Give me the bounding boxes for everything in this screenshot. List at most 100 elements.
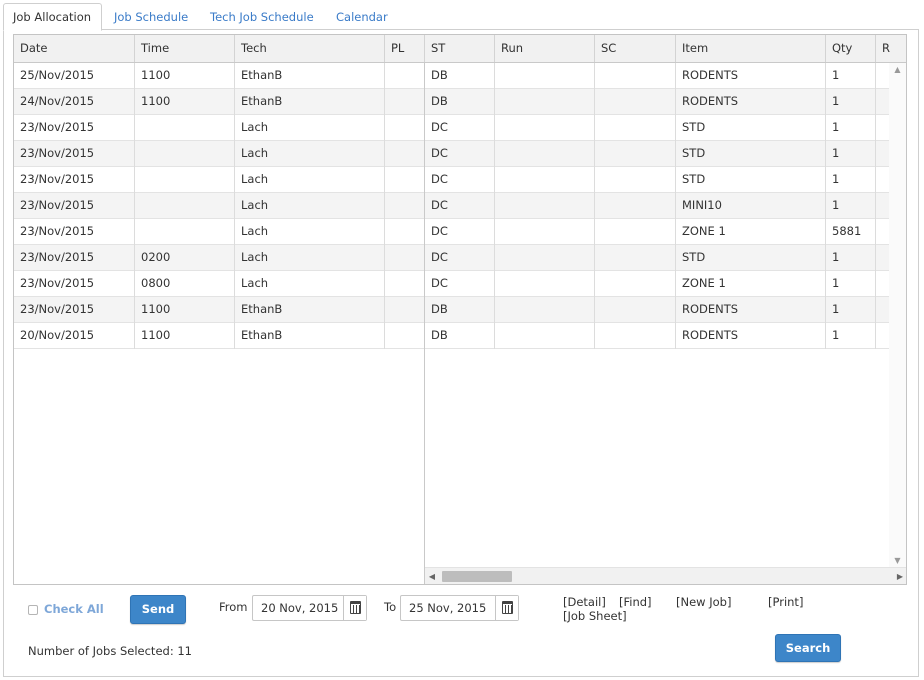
new-job-link[interactable]: [New Job] [676,595,731,609]
cell-pl[interactable] [385,193,425,219]
cell-st[interactable]: DC [425,167,495,193]
column-header-item[interactable]: Item [676,35,826,62]
cell-run[interactable] [495,63,595,89]
cell-qty[interactable]: 5881 [826,219,876,245]
cell-qty[interactable]: 1 [826,271,876,297]
to-date-picker-button[interactable] [495,596,518,620]
cell-time[interactable] [135,193,235,219]
table-row[interactable]: 20/Nov/2015 1100 EthanB DB RODENTS 1 [14,323,890,349]
cell-date[interactable]: 23/Nov/2015 [14,141,135,167]
cell-time[interactable] [135,141,235,167]
table-row[interactable]: 23/Nov/2015 Lach DC STD 1 [14,141,890,167]
table-row[interactable]: 23/Nov/2015 1100 EthanB DB RODENTS 1 [14,297,890,323]
cell-time[interactable] [135,167,235,193]
cell-qty[interactable]: 1 [826,167,876,193]
cell-time[interactable]: 1100 [135,323,235,349]
cell-date[interactable]: 23/Nov/2015 [14,115,135,141]
cell-item[interactable]: STD [676,141,826,167]
search-button[interactable]: Search [775,634,841,662]
cell-st[interactable]: DC [425,245,495,271]
cell-run[interactable] [495,297,595,323]
cell-pl[interactable] [385,271,425,297]
cell-tech[interactable]: EthanB [235,323,385,349]
cell-tech[interactable]: Lach [235,167,385,193]
scroll-down-icon[interactable]: ▼ [889,554,906,568]
cell-time[interactable]: 1100 [135,63,235,89]
table-row[interactable]: 23/Nov/2015 Lach DC STD 1 [14,167,890,193]
table-row[interactable]: 23/Nov/2015 0200 Lach DC STD 1 [14,245,890,271]
cell-run[interactable] [495,89,595,115]
cell-pl[interactable] [385,219,425,245]
scroll-up-icon[interactable]: ▲ [889,63,906,77]
cell-date[interactable]: 24/Nov/2015 [14,89,135,115]
cell-sc[interactable] [595,219,676,245]
column-header-pl[interactable]: PL [385,35,425,62]
cell-run[interactable] [495,115,595,141]
cell-sc[interactable] [595,167,676,193]
cell-date[interactable]: 23/Nov/2015 [14,219,135,245]
cell-date[interactable]: 23/Nov/2015 [14,193,135,219]
cell-item[interactable]: MINI10 [676,193,826,219]
find-link[interactable]: [Find] [619,595,652,609]
column-header-time[interactable]: Time [135,35,235,62]
cell-item[interactable]: ZONE 1 [676,271,826,297]
cell-date[interactable]: 23/Nov/2015 [14,297,135,323]
cell-tech[interactable]: Lach [235,219,385,245]
cell-time[interactable] [135,219,235,245]
print-link[interactable]: [Print] [768,595,803,609]
cell-time[interactable]: 1100 [135,89,235,115]
cell-qty[interactable]: 1 [826,115,876,141]
detail-link[interactable]: [Detail] [563,595,606,609]
cell-tech[interactable]: Lach [235,115,385,141]
cell-sc[interactable] [595,141,676,167]
cell-date[interactable]: 25/Nov/2015 [14,63,135,89]
from-date-field[interactable]: 20 Nov, 2015 [252,595,367,621]
cell-pl[interactable] [385,245,425,271]
cell-sc[interactable] [595,63,676,89]
table-row[interactable]: 24/Nov/2015 1100 EthanB DB RODENTS 1 [14,89,890,115]
cell-tech[interactable]: Lach [235,141,385,167]
cell-tech[interactable]: EthanB [235,89,385,115]
cell-st[interactable]: DC [425,115,495,141]
cell-pl[interactable] [385,141,425,167]
column-header-tech[interactable]: Tech [235,35,385,62]
cell-st[interactable]: DB [425,89,495,115]
send-button[interactable]: Send [130,595,186,624]
cell-item[interactable]: STD [676,115,826,141]
column-header-run[interactable]: Run [495,35,595,62]
cell-date[interactable]: 20/Nov/2015 [14,323,135,349]
cell-tech[interactable]: EthanB [235,297,385,323]
cell-item[interactable]: STD [676,167,826,193]
cell-qty[interactable]: 1 [826,141,876,167]
cell-st[interactable]: DB [425,297,495,323]
tab-job-schedule[interactable]: Job Schedule [114,5,188,31]
cell-qty[interactable]: 1 [826,63,876,89]
to-date-value[interactable]: 25 Nov, 2015 [409,596,486,620]
cell-st[interactable]: DC [425,141,495,167]
column-header-date[interactable]: Date [14,35,135,62]
horizontal-scroll-thumb[interactable] [442,571,512,582]
cell-time[interactable]: 0800 [135,271,235,297]
cell-run[interactable] [495,167,595,193]
column-header-sc[interactable]: SC [595,35,676,62]
vertical-scrollbar[interactable]: ▲ ▼ [889,63,906,568]
table-row[interactable]: 25/Nov/2015 1100 EthanB DB RODENTS 1 [14,63,890,89]
to-date-field[interactable]: 25 Nov, 2015 [400,595,519,621]
cell-tech[interactable]: Lach [235,245,385,271]
cell-sc[interactable] [595,193,676,219]
cell-run[interactable] [495,193,595,219]
cell-run[interactable] [495,271,595,297]
cell-pl[interactable] [385,89,425,115]
tab-tech-job-schedule[interactable]: Tech Job Schedule [210,5,314,31]
tab-job-allocation[interactable]: Job Allocation [3,3,103,31]
cell-run[interactable] [495,219,595,245]
cell-tech[interactable]: EthanB [235,63,385,89]
cell-run[interactable] [495,141,595,167]
table-row[interactable]: 23/Nov/2015 0800 Lach DC ZONE 11 [14,271,890,297]
cell-qty[interactable]: 1 [826,193,876,219]
from-date-picker-button[interactable] [343,596,366,620]
table-row[interactable]: 23/Nov/2015 Lach DC MINI10 1 [14,193,890,219]
cell-st[interactable]: DB [425,63,495,89]
cell-time[interactable]: 0200 [135,245,235,271]
tab-calendar[interactable]: Calendar [336,5,388,31]
